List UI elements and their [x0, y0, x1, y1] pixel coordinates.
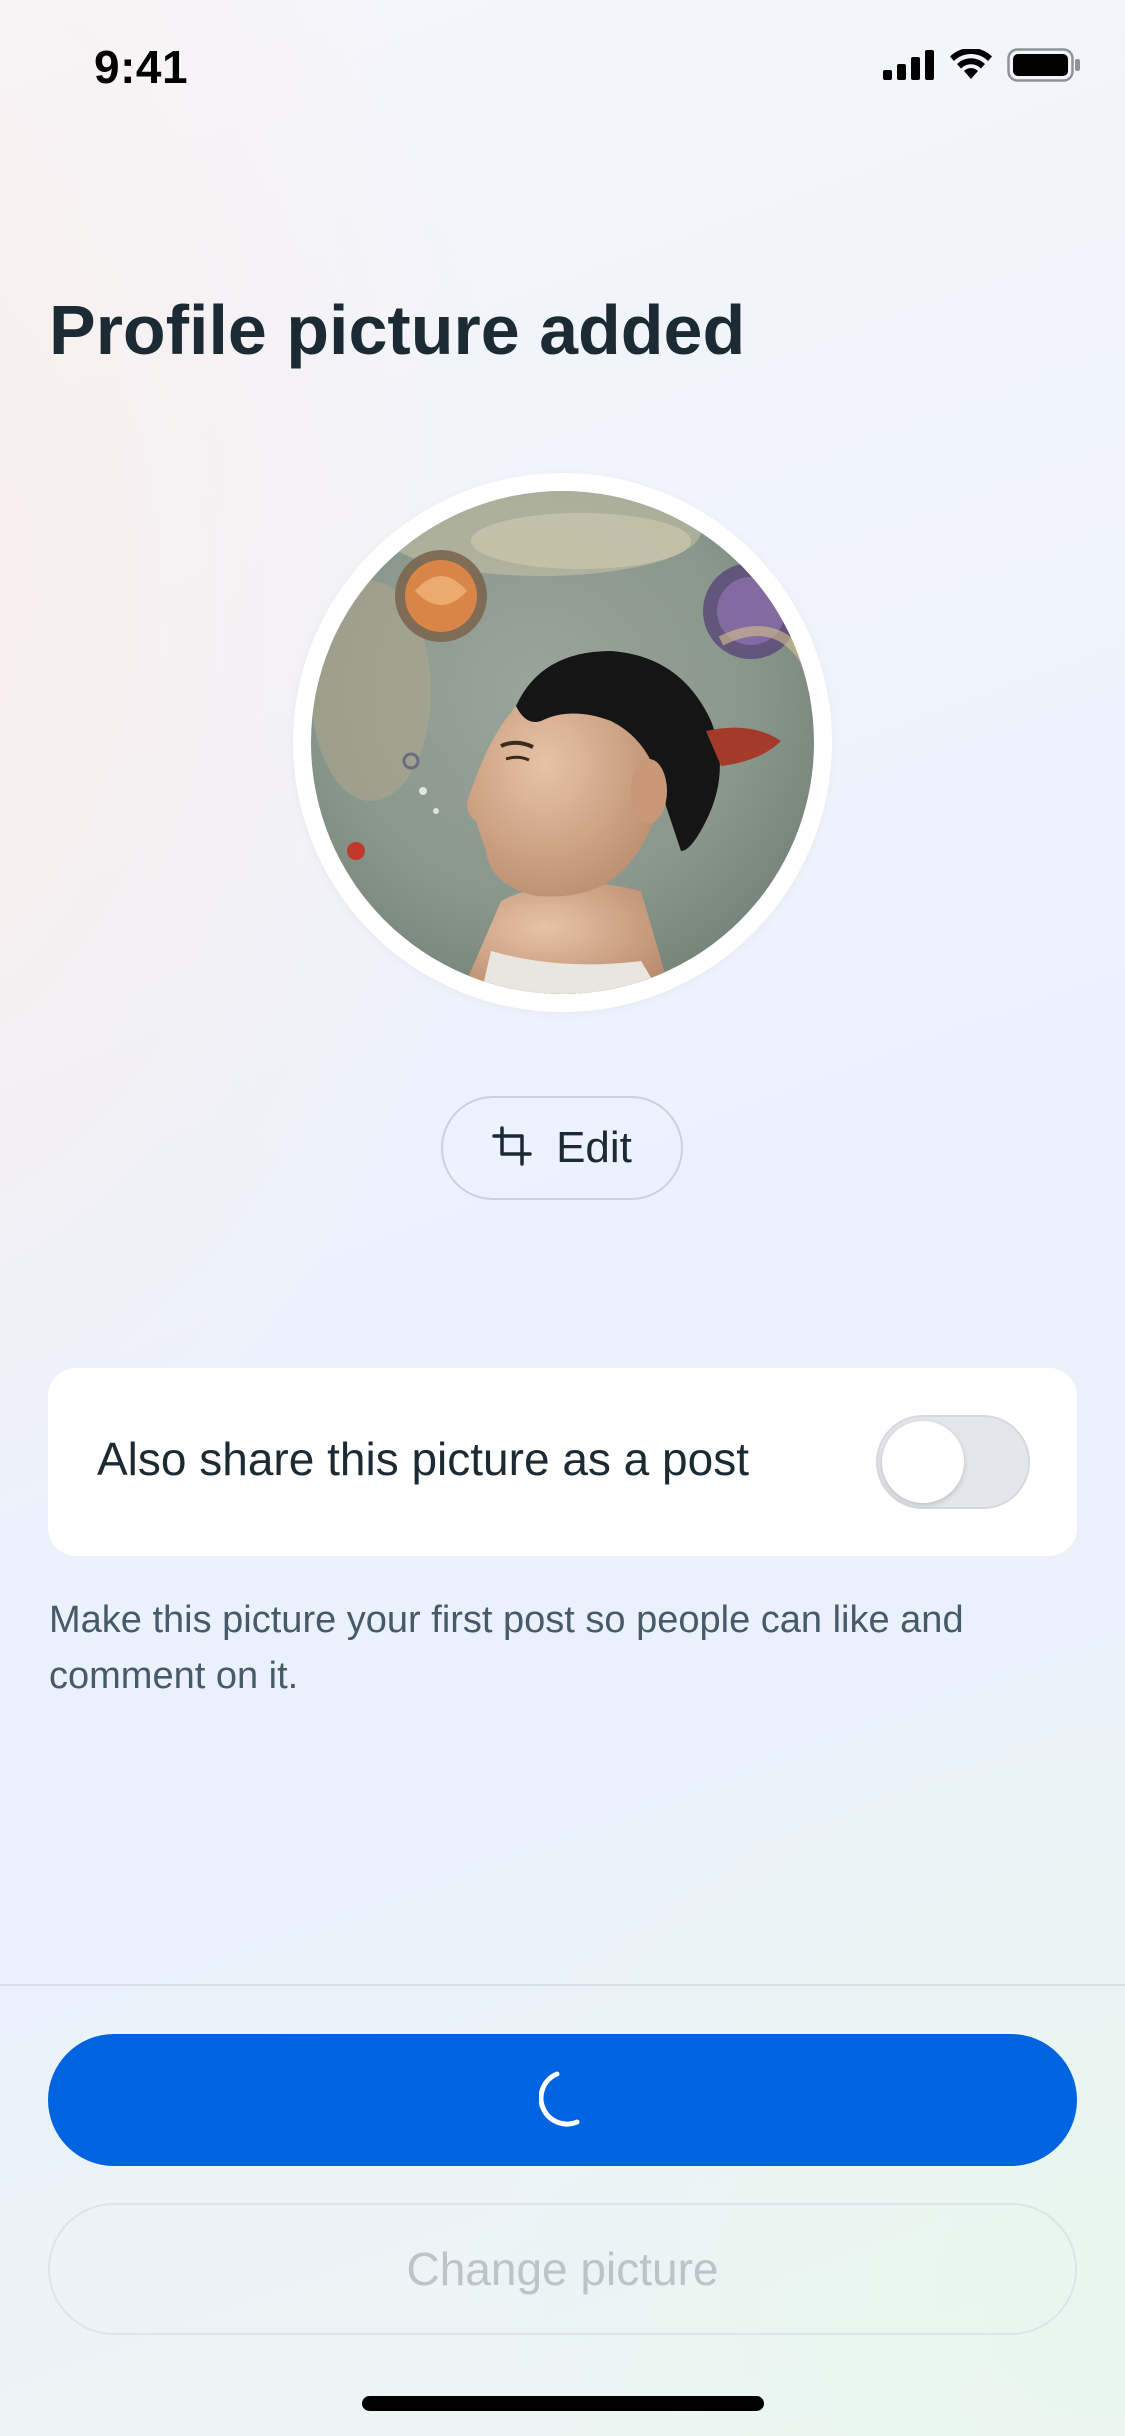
avatar-frame	[293, 473, 832, 1012]
share-as-post-label: Also share this picture as a post	[97, 1433, 749, 1485]
share-as-post-toggle[interactable]	[876, 1415, 1030, 1509]
footer-divider	[0, 1984, 1125, 1986]
home-indicator[interactable]	[362, 2396, 764, 2411]
toggle-knob	[882, 1421, 964, 1503]
cellular-signal-icon	[883, 50, 935, 85]
share-as-post-card: Also share this picture as a post	[48, 1368, 1077, 1556]
helper-text: Make this picture your first post so peo…	[49, 1599, 964, 1697]
edit-button-label: Edit	[556, 1123, 632, 1172]
status-bar: 9:41	[0, 0, 1125, 140]
page-title: Profile picture added	[49, 291, 746, 369]
status-icons	[883, 47, 1081, 87]
continue-button-loading[interactable]	[48, 2034, 1077, 2166]
change-picture-label: Change picture	[406, 2243, 719, 2295]
edit-button[interactable]: Edit	[441, 1096, 683, 1200]
wifi-icon	[949, 47, 993, 86]
profile-picture	[311, 491, 814, 994]
change-picture-button[interactable]: Change picture	[48, 2203, 1077, 2335]
status-time: 9:41	[94, 41, 189, 93]
crop-icon	[492, 1125, 532, 1171]
loading-spinner-icon	[538, 2068, 587, 2133]
battery-icon	[1007, 48, 1081, 87]
